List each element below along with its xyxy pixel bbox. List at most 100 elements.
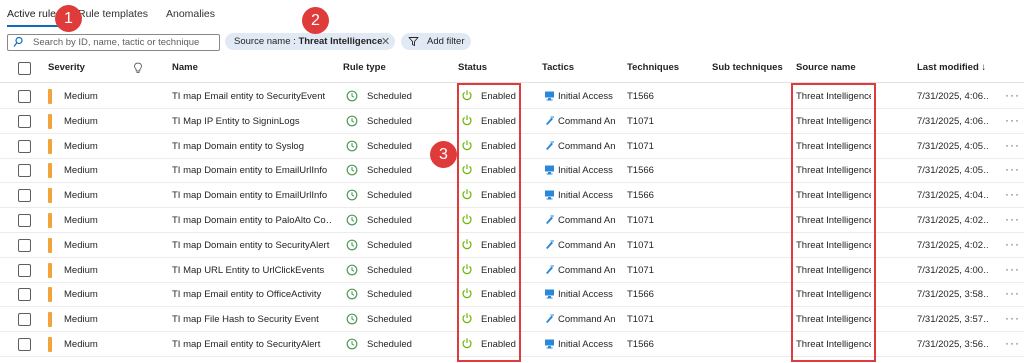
header-name[interactable]: Name bbox=[172, 62, 198, 78]
row-checkbox[interactable] bbox=[18, 288, 31, 302]
more-actions-icon[interactable]: ··· bbox=[1005, 237, 1020, 251]
remove-filter-icon[interactable]: ✕ bbox=[381, 35, 390, 48]
severity-indicator bbox=[48, 237, 52, 253]
header-sub-techniques[interactable]: Sub techniques bbox=[712, 62, 783, 78]
command-and-control-icon bbox=[546, 115, 554, 125]
clock-icon bbox=[346, 239, 358, 251]
last-modified-value: 7/31/2025, 4:02… bbox=[917, 239, 988, 251]
row-checkbox[interactable] bbox=[18, 238, 31, 252]
tab-active-rules[interactable]: Active rules bbox=[7, 8, 61, 20]
clock-icon bbox=[346, 264, 358, 275]
header-severity[interactable]: Severity bbox=[48, 62, 85, 78]
add-filter-label: Add filter bbox=[427, 36, 465, 47]
severity-indicator bbox=[48, 312, 52, 328]
row-checkbox[interactable] bbox=[18, 338, 31, 351]
rule-type-value: Scheduled bbox=[367, 339, 412, 350]
command-and-control-icon bbox=[546, 215, 554, 224]
more-actions-icon[interactable]: ··· bbox=[1005, 88, 1020, 102]
more-actions-icon[interactable]: ··· bbox=[1005, 311, 1020, 325]
severity-indicator bbox=[48, 213, 52, 228]
header-source-name[interactable]: Source name bbox=[796, 62, 856, 78]
severity-indicator bbox=[48, 262, 52, 278]
more-actions-icon[interactable]: ··· bbox=[1005, 187, 1020, 201]
rule-type-value: Scheduled bbox=[367, 289, 412, 301]
more-actions-icon[interactable]: ··· bbox=[1005, 212, 1020, 226]
severity-value: Medium bbox=[64, 239, 98, 251]
source-name-filter-pill[interactable]: Source name : Threat Intelligence ✕ bbox=[225, 33, 395, 50]
tactic-value: Command An bbox=[558, 215, 615, 226]
more-actions-icon[interactable]: ··· bbox=[1005, 162, 1020, 176]
technique-value: T1071 bbox=[627, 115, 654, 127]
technique-value: T1071 bbox=[627, 239, 654, 251]
row-checkbox[interactable] bbox=[18, 164, 31, 178]
rule-name[interactable]: TI map Domain entity to EmailUrlInfo bbox=[172, 165, 332, 176]
search-icon bbox=[13, 36, 23, 47]
tab-bar: Active rules Rule templates Anomalies bbox=[0, 0, 1024, 28]
clock-icon bbox=[346, 288, 358, 300]
rule-name[interactable]: TI map Email entity to SecurityEvent bbox=[172, 91, 332, 102]
rule-name[interactable]: TI map Email entity to OfficeActivity bbox=[172, 289, 332, 300]
last-modified-value: 7/31/2025, 4:05… bbox=[917, 140, 988, 152]
severity-indicator bbox=[48, 188, 52, 204]
header-status[interactable]: Status bbox=[458, 62, 487, 78]
row-checkbox[interactable] bbox=[18, 189, 31, 203]
rule-type-value: Scheduled bbox=[367, 140, 412, 152]
header-last-modified[interactable]: Last modified ↓ bbox=[917, 62, 986, 78]
row-checkbox[interactable] bbox=[18, 90, 31, 103]
lightbulb-icon[interactable] bbox=[133, 62, 143, 74]
tactic-value: Command An bbox=[558, 140, 615, 152]
annotation-badge-2: 2 bbox=[302, 7, 329, 34]
row-checkbox[interactable] bbox=[18, 214, 31, 227]
header-techniques[interactable]: Techniques bbox=[627, 62, 679, 78]
rule-type-value: Scheduled bbox=[367, 190, 412, 202]
more-actions-icon[interactable]: ··· bbox=[1005, 286, 1020, 300]
last-modified-value: 7/31/2025, 4:05… bbox=[917, 165, 988, 177]
select-all-checkbox[interactable] bbox=[18, 62, 31, 75]
rule-name[interactable]: TI map Domain entity to PaloAlto Co… bbox=[172, 215, 332, 226]
severity-value: Medium bbox=[64, 289, 98, 301]
clock-icon bbox=[346, 164, 358, 176]
more-actions-icon[interactable]: ··· bbox=[1005, 336, 1020, 350]
initial-access-icon bbox=[545, 339, 554, 349]
clock-icon bbox=[346, 115, 358, 127]
search-input[interactable]: Search by ID, name, tactic or technique bbox=[7, 34, 220, 51]
row-checkbox[interactable] bbox=[18, 114, 31, 128]
tactic-value: Initial Access bbox=[558, 190, 613, 202]
rule-name[interactable]: TI map Domain entity to EmailUrlInfo bbox=[172, 190, 332, 201]
rule-name[interactable]: TI map Email entity to SecurityAlert bbox=[172, 339, 332, 350]
tab-anomalies[interactable]: Anomalies bbox=[166, 8, 215, 20]
rule-name[interactable]: TI map Domain entity to SecurityAlert bbox=[172, 240, 332, 251]
severity-value: Medium bbox=[64, 165, 98, 177]
more-actions-icon[interactable]: ··· bbox=[1005, 262, 1020, 276]
severity-value: Medium bbox=[64, 314, 98, 326]
severity-indicator bbox=[48, 113, 52, 129]
technique-value: T1566 bbox=[627, 289, 654, 301]
severity-value: Medium bbox=[64, 91, 98, 102]
source-name-column-highlight bbox=[791, 83, 876, 362]
row-checkbox[interactable] bbox=[18, 313, 31, 327]
tactic-value: Initial Access bbox=[558, 339, 613, 350]
more-actions-icon[interactable]: ··· bbox=[1005, 113, 1020, 127]
row-checkbox[interactable] bbox=[18, 263, 31, 277]
last-modified-value: 7/31/2025, 4:06… bbox=[917, 91, 988, 102]
header-tactics[interactable]: Tactics bbox=[542, 62, 574, 78]
last-modified-value: 7/31/2025, 4:04… bbox=[917, 190, 988, 202]
row-checkbox[interactable] bbox=[18, 139, 31, 153]
tab-rule-templates[interactable]: Rule templates bbox=[78, 8, 148, 20]
rule-name[interactable]: TI map Domain entity to Syslog bbox=[172, 141, 332, 152]
rule-name[interactable]: TI Map URL Entity to UrlClickEvents bbox=[172, 265, 332, 276]
header-rule-type[interactable]: Rule type bbox=[343, 62, 386, 78]
severity-value: Medium bbox=[64, 264, 98, 276]
more-actions-icon[interactable]: ··· bbox=[1005, 138, 1020, 152]
initial-access-icon bbox=[545, 289, 554, 299]
filter-icon bbox=[408, 37, 419, 46]
technique-value: T1566 bbox=[627, 190, 654, 202]
add-filter-button[interactable]: Add filter bbox=[401, 33, 471, 50]
severity-indicator bbox=[48, 163, 52, 179]
rule-type-value: Scheduled bbox=[367, 91, 412, 102]
rule-name[interactable]: TI map File Hash to Security Event bbox=[172, 314, 332, 325]
status-column-highlight bbox=[457, 83, 521, 362]
tactic-value: Command An bbox=[558, 239, 615, 251]
rule-name[interactable]: TI Map IP Entity to SigninLogs bbox=[172, 116, 332, 127]
search-placeholder: Search by ID, name, tactic or technique bbox=[33, 37, 200, 48]
